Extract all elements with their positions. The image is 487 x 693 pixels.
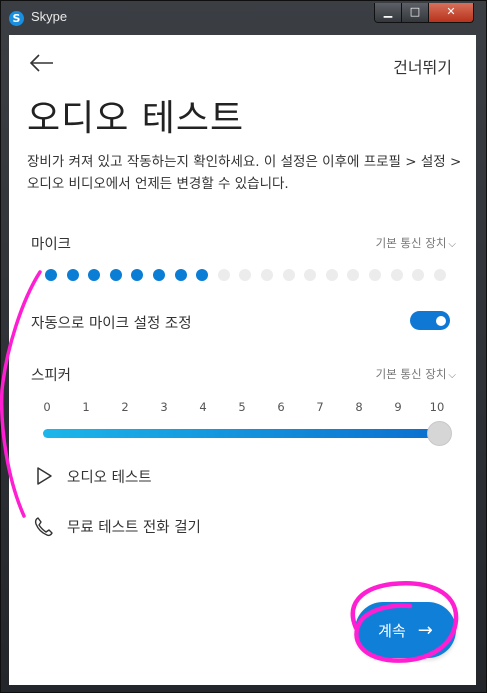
test-call-button[interactable]: 무료 테스트 전화 걸기: [33, 515, 201, 537]
auto-adjust-label: 자동으로 마이크 설정 조정: [31, 316, 192, 332]
meter-dot-inactive: [282, 269, 295, 281]
phone-icon: [34, 517, 53, 537]
meter-dot-inactive: [347, 269, 360, 281]
continue-button[interactable]: 계속 →: [355, 602, 456, 658]
microphone-device-dropdown[interactable]: 기본 통신 장치 ⌵: [376, 235, 456, 251]
meter-dot-active: [152, 269, 165, 281]
meter-dot-active: [131, 269, 144, 281]
auto-adjust-toggle[interactable]: [410, 311, 450, 330]
close-button[interactable]: ✕: [429, 3, 473, 22]
toggle-knob: [436, 315, 446, 326]
meter-dot-active: [196, 269, 209, 281]
meter-dot-inactive: [433, 269, 446, 281]
page-title: 오디오 테스트: [27, 98, 245, 139]
scale-tick-label: 0: [43, 400, 51, 414]
maximize-button[interactable]: □: [402, 3, 429, 22]
scale-tick-label: 10: [429, 400, 445, 414]
window-title: Skype: [31, 9, 68, 24]
test-call-label: 무료 테스트 전화 걸기: [67, 519, 201, 536]
back-arrow-icon[interactable]: [29, 53, 55, 73]
speaker-device-dropdown[interactable]: 기본 통신 장치 ⌵: [376, 366, 456, 382]
meter-dot-inactive: [412, 269, 425, 281]
arrow-right-icon: →: [417, 619, 433, 641]
minimize-button[interactable]: ▁: [375, 3, 402, 22]
microphone-label: 마이크: [31, 237, 72, 253]
meter-dot-inactive: [304, 269, 317, 281]
close-icon: ✕: [446, 5, 456, 18]
meter-dot-inactive: [390, 269, 403, 281]
meter-dot-inactive: [217, 269, 230, 281]
scale-tick-label: 6: [277, 400, 285, 414]
title-bar[interactable]: S Skype ▁ □ ✕: [1, 1, 486, 35]
caption-buttons: ▁ □ ✕: [374, 3, 474, 23]
scale-tick-label: 7: [316, 400, 324, 414]
meter-dot-active: [88, 269, 101, 281]
scale-tick-label: 2: [121, 400, 129, 414]
scale-tick-label: 1: [82, 400, 90, 414]
meter-dot-inactive: [239, 269, 252, 281]
continue-label: 계속: [378, 621, 406, 640]
skype-window: S Skype ▁ □ ✕ 건너뛰기 오디오 테스트 장비가 켜져 있고 작동하…: [0, 0, 487, 693]
skip-link[interactable]: 건너뛰기: [393, 54, 452, 78]
chevron-down-icon: ⌵: [448, 239, 456, 250]
play-icon: [37, 467, 52, 485]
volume-scale: 0 1 2 3 4 5 6 7 8 9 10: [39, 400, 449, 414]
meter-dot-inactive: [260, 269, 273, 281]
slider-track: [43, 429, 439, 438]
meter-dot-inactive: [325, 269, 338, 281]
meter-dot-active: [109, 269, 122, 281]
audio-setup-panel: 건너뛰기 오디오 테스트 장비가 켜져 있고 작동하는지 확인하세요. 이 설정…: [9, 35, 476, 685]
speaker-device-value: 기본 통신 장치: [375, 367, 447, 381]
scale-tick-label: 8: [355, 400, 363, 414]
slider-thumb[interactable]: [427, 421, 452, 446]
scale-tick-label: 4: [199, 400, 207, 414]
meter-dot-active: [66, 269, 79, 281]
speaker-volume-slider[interactable]: [43, 421, 455, 447]
microphone-level-meter: [45, 269, 455, 281]
skype-logo-icon: S: [9, 11, 24, 26]
scale-tick-label: 5: [238, 400, 246, 414]
microphone-device-value: 기본 통신 장치: [375, 236, 447, 250]
maximize-icon: □: [409, 5, 421, 18]
chevron-down-icon: ⌵: [448, 370, 456, 381]
audio-test-button[interactable]: 오디오 테스트: [33, 465, 152, 487]
page-description: 장비가 켜져 있고 작동하는지 확인하세요. 이 설정은 이후에 프로필 > 설…: [27, 154, 462, 192]
scale-tick-label: 9: [394, 400, 402, 414]
audio-test-label: 오디오 테스트: [67, 469, 152, 486]
meter-dot-active: [45, 269, 57, 281]
scale-tick-label: 3: [160, 400, 168, 414]
meter-dot-inactive: [368, 269, 381, 281]
minimize-icon: ▁: [383, 5, 393, 18]
speaker-label: 스피커: [31, 368, 72, 384]
meter-dot-active: [174, 269, 187, 281]
